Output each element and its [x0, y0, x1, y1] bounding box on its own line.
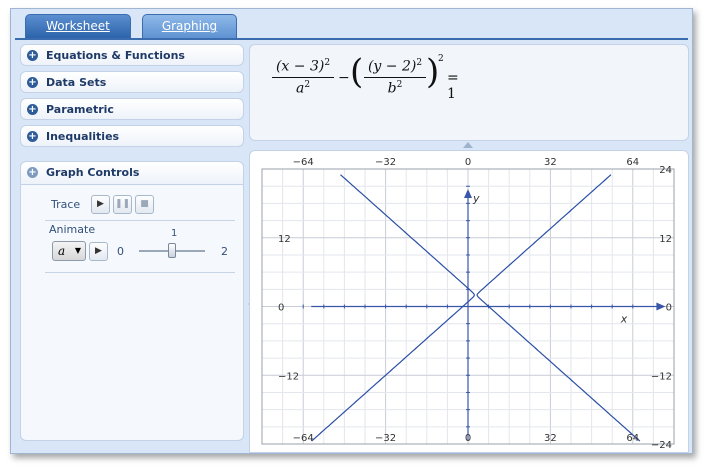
y-tick-label-left: −12: [278, 371, 299, 382]
section-label: Data Sets: [46, 76, 107, 89]
animate-label: Animate: [49, 223, 96, 236]
x-tick-label-bottom: 0: [465, 433, 471, 444]
y-tick-label-left: 0: [278, 303, 284, 314]
expand-plus-icon: +: [27, 77, 38, 88]
section-equations-functions[interactable]: + Equations & Functions: [20, 44, 244, 66]
trace-stop-button[interactable]: ■: [135, 195, 154, 214]
x-tick-label-bottom: 32: [544, 433, 557, 444]
trace-label: Trace: [51, 198, 81, 211]
x-tick-label-top: −32: [375, 157, 396, 168]
trace-pause-button[interactable]: ❚❚: [113, 195, 132, 214]
fraction-bar: [364, 76, 426, 78]
y-tick-label-right: 24: [659, 165, 672, 176]
graph-panel[interactable]: −64 −64 −32 −32 0 0 32 32 64 64 24 12 0 −12 −24 12 0 −12 x…: [249, 150, 689, 453]
x-axis-label: x: [620, 313, 628, 326]
x-axis-arrow: [656, 302, 666, 311]
expand-plus-icon: +: [27, 131, 38, 142]
slider-min-label: 0: [117, 245, 124, 258]
expand-plus-icon: +: [27, 50, 38, 61]
tick-labels: −64 −64 −32 −32 0 0 32 32 64 64 24 12 0 −12 −24 12 0 −12 x…: [278, 157, 672, 451]
divider: [45, 220, 235, 221]
play-icon: ▶: [97, 199, 104, 209]
fraction-bar: [272, 76, 334, 78]
stop-icon: ■: [140, 199, 149, 209]
x-tick-label-bottom: −32: [375, 433, 396, 444]
slider-max-label: 2: [221, 245, 228, 258]
curves: [311, 174, 641, 442]
minus-sign: −: [338, 70, 350, 86]
expand-plus-icon: +: [27, 167, 38, 178]
tab-graphing[interactable]: Graphing: [142, 14, 237, 40]
play-icon: ▶: [95, 246, 102, 256]
tab-underline: [15, 38, 688, 40]
y-axis-arrow: [464, 189, 472, 198]
app-window: Worksheet Graphing + Equations & Functio…: [10, 8, 693, 454]
section-label: Inequalities: [46, 130, 120, 143]
x-tick-label-top: 64: [626, 157, 639, 168]
left-panel: + Equations & Functions + Data Sets + Pa…: [20, 44, 244, 446]
tab-worksheet[interactable]: Worksheet: [25, 14, 131, 38]
chevron-down-icon: ▼: [74, 246, 81, 255]
graph-canvas[interactable]: −64 −64 −32 −32 0 0 32 32 64 64 24 12 0 −12 −24 12 0 −12 x…: [250, 151, 689, 453]
trace-play-button[interactable]: ▶: [91, 195, 110, 214]
section-label: Equations & Functions: [46, 49, 185, 62]
section-label: Graph Controls: [46, 166, 140, 179]
section-inequalities[interactable]: + Inequalities: [20, 125, 244, 147]
animate-play-button[interactable]: ▶: [89, 242, 108, 261]
equals-rhs: = 1: [447, 70, 459, 102]
fraction-1-denominator: a2: [272, 80, 334, 97]
left-paren: (: [350, 52, 364, 92]
y-tick-label-right: 12: [659, 234, 672, 245]
variable-select[interactable]: a ▼: [52, 241, 86, 261]
y-tick-label-right: −12: [651, 371, 672, 382]
collapse-arrow-icon[interactable]: [463, 142, 473, 148]
outer-exponent: 2: [438, 54, 444, 64]
slider-value-label: 1: [171, 228, 178, 239]
fraction-1: (x − 3)2 a2: [272, 58, 334, 96]
x-tick-label-top: 32: [544, 157, 557, 168]
section-graph-controls[interactable]: + Graph Controls: [21, 162, 243, 185]
axes: [302, 185, 666, 440]
fraction-1-numerator: (x − 3)2: [272, 58, 334, 75]
divider: [45, 272, 235, 273]
denominator-text: b: [387, 80, 397, 97]
variable-select-value: a: [58, 244, 66, 258]
x-tick-label-bottom: 64: [626, 433, 639, 444]
fraction-2: (y − 2)2 b2: [364, 58, 426, 96]
exponent: 2: [324, 58, 331, 68]
pause-icon: ❚❚: [114, 199, 131, 209]
section-data-sets[interactable]: + Data Sets: [20, 71, 244, 93]
fraction-2-numerator: (y − 2)2: [364, 58, 426, 75]
equation-panel[interactable]: (x − 3)2 a2 − ( (y − 2)2 b2 ) 2 = 1: [249, 44, 689, 141]
graph-controls-panel: + Graph Controls Trace ▶ ❚❚ ■ Animate a …: [20, 161, 244, 441]
y-tick-label-right: 0: [666, 303, 672, 314]
slider-thumb[interactable]: [168, 243, 176, 258]
exponent: 2: [396, 79, 403, 90]
fraction-2-denominator: b2: [364, 80, 426, 97]
animate-slider[interactable]: [139, 242, 205, 260]
y-tick-label-right: −24: [651, 440, 672, 451]
numerator-text: (y − 2): [367, 58, 417, 75]
x-tick-label-top: −64: [293, 157, 314, 168]
hyperbola-branch-right: [476, 174, 641, 442]
x-tick-label-top: 0: [465, 157, 471, 168]
x-tick-label-bottom: −64: [293, 433, 314, 444]
expand-plus-icon: +: [27, 104, 38, 115]
y-axis-label: y: [472, 192, 480, 205]
section-label: Parametric: [46, 103, 114, 116]
y-tick-label-left: 12: [278, 234, 291, 245]
exponent: 2: [416, 58, 423, 68]
numerator-text: (x − 3): [275, 58, 325, 75]
hyperbola-branch-left: [311, 174, 476, 442]
section-parametric[interactable]: + Parametric: [20, 98, 244, 120]
exponent: 2: [304, 79, 311, 90]
